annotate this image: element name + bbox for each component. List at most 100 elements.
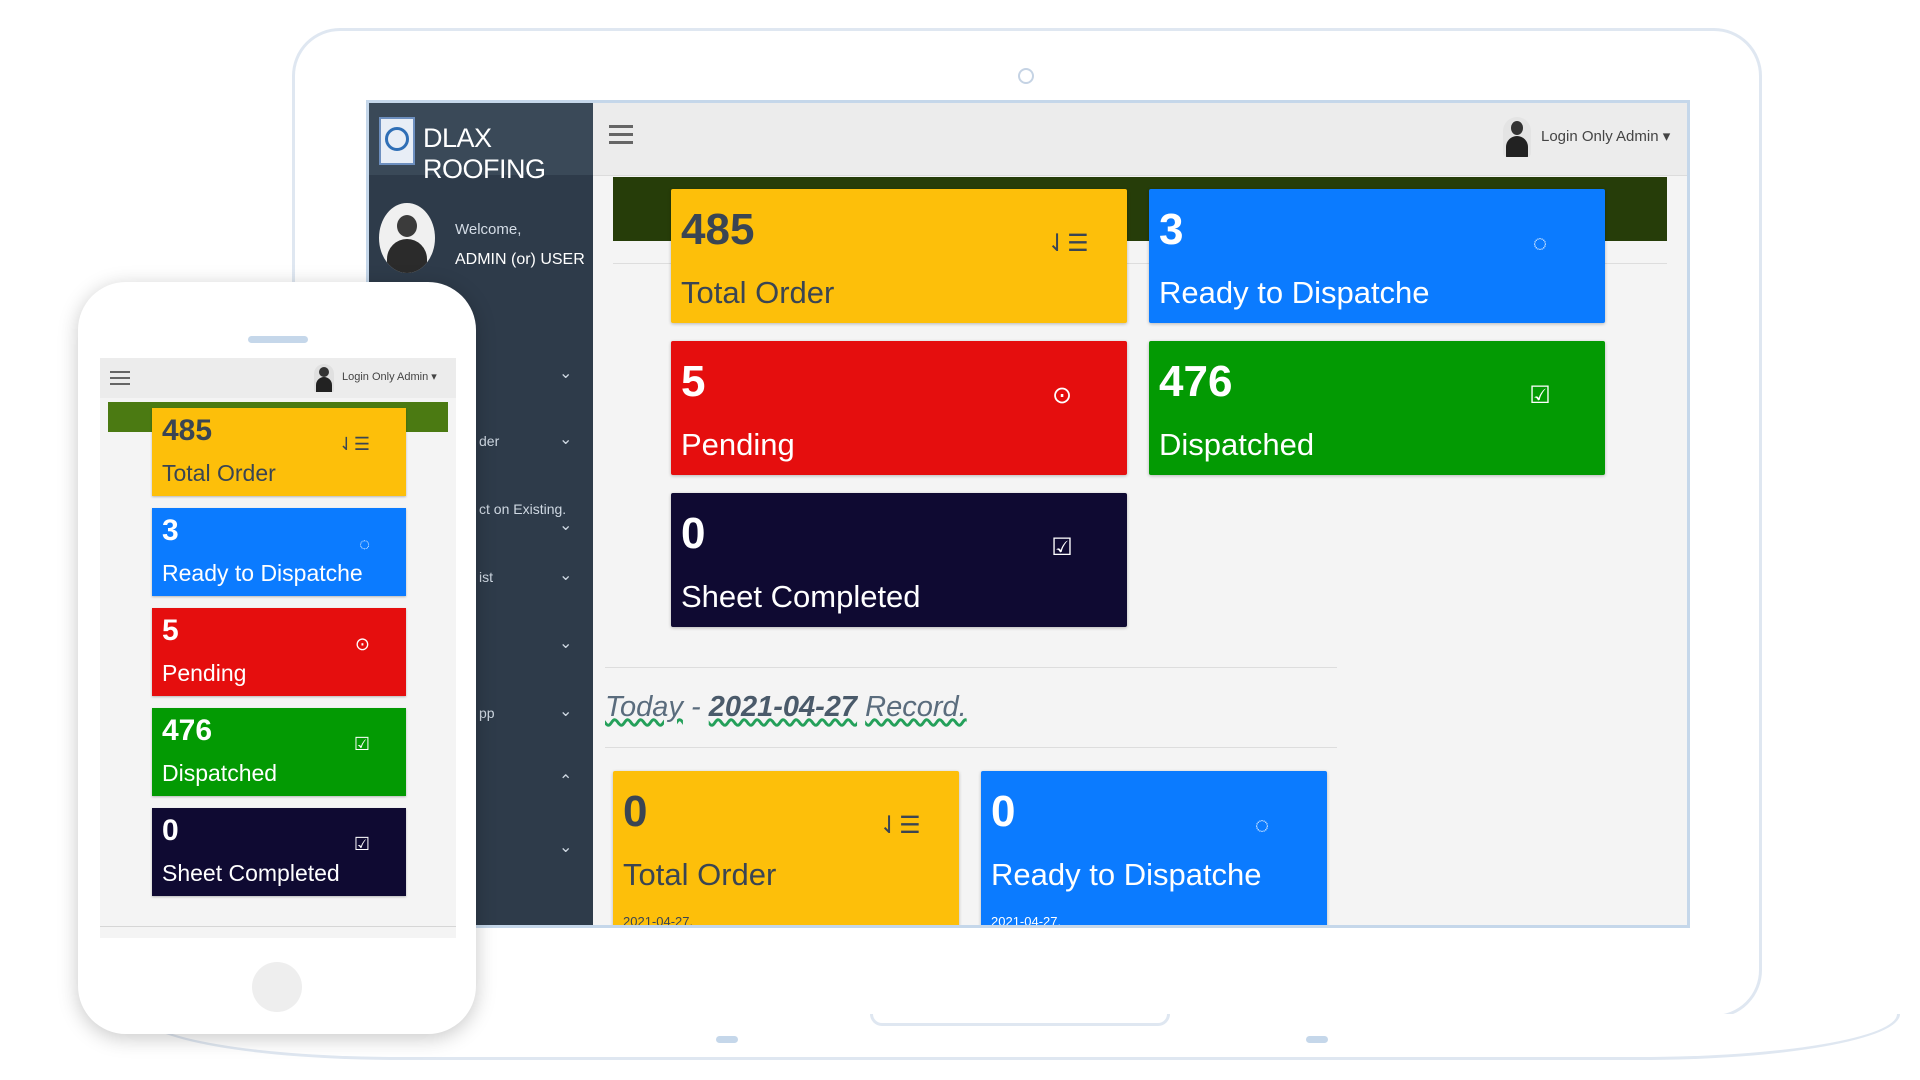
stat-value: 5	[162, 614, 179, 647]
mobile-stat-card-sheet-completed[interactable]: 0 Sheet Completed ☑	[152, 808, 406, 896]
avatar-head	[319, 367, 329, 377]
sort-down-icon: ⇃☰	[879, 812, 921, 839]
today-card-total-order[interactable]: 0 Total Order ⇃☰ 2021-04-27.	[613, 771, 959, 928]
chevron-down-icon: ⌄	[559, 703, 573, 720]
check-square-icon: ☑	[353, 834, 370, 854]
mobile-stat-card-dispatched[interactable]: 476 Dispatched ☑	[152, 708, 406, 796]
avatar	[379, 203, 435, 273]
chevron-down-icon: ⌄	[559, 431, 573, 448]
today-suffix: Record.	[865, 691, 967, 723]
spinner-icon: ◌	[359, 534, 370, 554]
stat-label: Dispatched	[1159, 427, 1315, 462]
welcome-text: Welcome,	[455, 221, 522, 238]
today-record-heading: Today - 2021-04-27 Record.	[605, 691, 967, 724]
avatar-body	[316, 377, 332, 392]
mobile-stat-card-ready-to-dispatch[interactable]: 3 Ready to Dispatche ◌	[152, 508, 406, 596]
today-card-ready-to-dispatch[interactable]: 0 Ready to Dispatche ◌ 2021-04-27.	[981, 771, 1327, 928]
sort-down-icon: ⇃☰	[1047, 230, 1089, 257]
sidebar-item-label: ist	[479, 569, 493, 585]
stat-value: 0	[623, 787, 648, 836]
stat-card-ready-to-dispatch[interactable]: 3 Ready to Dispatche ◌	[1149, 189, 1605, 323]
avatar	[314, 364, 334, 392]
stat-value: 485	[681, 205, 755, 254]
avatar-head	[397, 215, 417, 237]
clock-icon: ⊙	[354, 634, 370, 654]
stat-value: 3	[162, 514, 179, 547]
mobile-stat-card-pending[interactable]: 5 Pending ⊙	[152, 608, 406, 696]
stat-date: 2021-04-27.	[991, 914, 1062, 928]
stat-label: Total Order	[681, 275, 835, 310]
user-name: ADMIN (or) USER	[455, 251, 585, 268]
clock-icon: ⊙	[1051, 382, 1073, 409]
stat-label: Pending	[681, 427, 795, 462]
hamburger-menu-icon[interactable]	[110, 370, 130, 386]
chevron-up-icon: ⌃	[559, 773, 573, 790]
hamburger-menu-icon[interactable]	[609, 123, 633, 147]
laptop-foot	[1306, 1036, 1328, 1043]
stat-label: Ready to Dispatche	[1159, 275, 1430, 310]
stat-card-total-order[interactable]: 485 Total Order ⇃☰	[671, 189, 1127, 323]
chevron-down-icon: ⌄	[559, 839, 573, 856]
stat-value: 3	[1159, 205, 1184, 254]
mobile-stat-card-total-order[interactable]: 485 Total Order ⇃☰	[152, 408, 406, 496]
chevron-down-icon: ⌄	[559, 365, 573, 382]
stat-label: Pending	[162, 660, 247, 686]
phone-speaker	[248, 336, 308, 343]
stat-date: 2021-04-27.	[623, 914, 694, 928]
stat-label: Sheet Completed	[681, 579, 921, 614]
chevron-down-icon: ⌄	[559, 635, 573, 652]
laptop-screen: DLAX ROOFING Welcome, ADMIN (or) USER ⌄ …	[366, 100, 1690, 928]
today-prefix: Today	[605, 691, 683, 723]
avatar	[1503, 117, 1531, 157]
divider	[100, 926, 456, 927]
phone-screen: Login Only Admin ▾ 485 Total Order ⇃☰ 3 …	[100, 358, 456, 938]
topbar: Login Only Admin ▾	[593, 103, 1687, 176]
stat-label: Sheet Completed	[162, 860, 340, 886]
chevron-down-icon: ⌄	[559, 517, 573, 534]
check-square-icon: ☑	[1051, 534, 1073, 561]
logo-mark-icon	[385, 127, 409, 151]
stat-card-pending[interactable]: 5 Pending ⊙	[671, 341, 1127, 475]
phone-frame: Login Only Admin ▾ 485 Total Order ⇃☰ 3 …	[78, 282, 476, 1034]
divider	[605, 667, 1337, 668]
brand-bar: DLAX ROOFING	[369, 103, 593, 184]
stat-value: 0	[991, 787, 1016, 836]
user-dropdown-label: Login Only Admin ▾	[1541, 128, 1671, 145]
stat-label: Ready to Dispatche	[991, 857, 1262, 892]
check-square-icon: ☑	[353, 734, 370, 754]
avatar-head	[1511, 121, 1523, 135]
stat-card-dispatched[interactable]: 476 Dispatched ☑	[1149, 341, 1605, 475]
stat-label: Total Order	[623, 857, 777, 892]
sidebar-item-label: pp	[479, 705, 495, 721]
laptop-foot	[716, 1036, 738, 1043]
laptop-camera	[1018, 68, 1034, 84]
stat-value: 5	[681, 357, 706, 406]
sidebar-item-label: der	[479, 433, 500, 449]
stat-label: Total Order	[162, 460, 276, 486]
stat-value: 0	[681, 509, 706, 558]
spinner-icon: ◌	[1532, 230, 1548, 257]
check-square-icon: ☑	[1529, 382, 1551, 409]
sidebar-item-label: ct on Existing.	[479, 501, 567, 517]
divider	[605, 747, 1337, 748]
user-dropdown-label: Login Only Admin ▾	[342, 371, 437, 383]
mobile-topbar: Login Only Admin ▾	[100, 358, 456, 398]
today-dash: -	[682, 691, 709, 723]
laptop-base-notch	[870, 1014, 1170, 1026]
spinner-icon: ◌	[1254, 812, 1270, 839]
stat-value: 476	[162, 714, 213, 747]
brand-name[interactable]: DLAX ROOFING	[423, 123, 593, 185]
phone-home-button	[252, 962, 302, 1012]
sort-down-icon: ⇃☰	[338, 434, 370, 454]
stat-value: 0	[162, 814, 179, 847]
chevron-down-icon: ⌄	[559, 567, 573, 584]
today-date: 2021-04-27	[708, 691, 858, 723]
brand-logo[interactable]	[379, 117, 415, 165]
stat-label: Ready to Dispatche	[162, 560, 363, 586]
stat-value: 485	[162, 414, 213, 447]
stat-value: 476	[1159, 357, 1233, 406]
stat-label: Dispatched	[162, 760, 278, 786]
avatar-body	[387, 239, 427, 273]
stat-card-sheet-completed[interactable]: 0 Sheet Completed ☑	[671, 493, 1127, 627]
avatar-body	[1506, 136, 1528, 157]
